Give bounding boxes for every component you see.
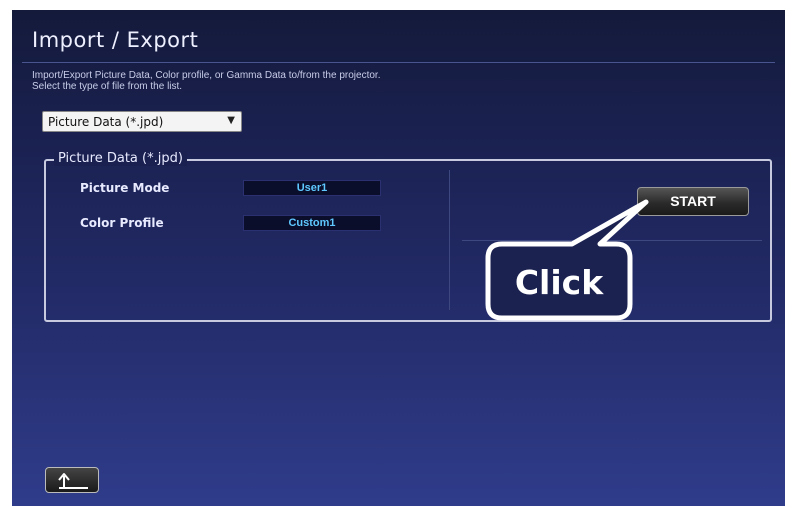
back-button[interactable] [45, 467, 99, 493]
import-export-screen: Import / Export Import/Export Picture Da… [12, 10, 785, 506]
return-arrow-icon [58, 473, 88, 489]
callout-text: Click [514, 263, 604, 302]
click-callout [485, 199, 649, 321]
